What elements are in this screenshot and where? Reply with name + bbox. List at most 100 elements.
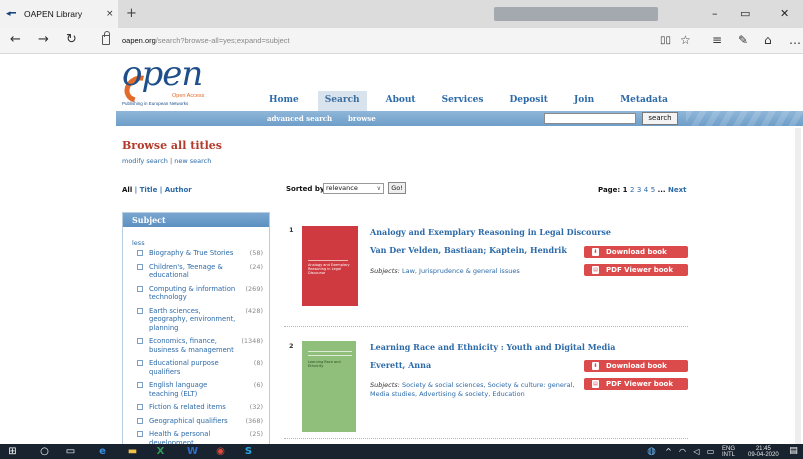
oapen-favicon-icon: ◂━	[6, 9, 16, 19]
next-page-link[interactable]: Next	[668, 186, 686, 194]
browser-tab[interactable]: ◂━ OAPEN Library ×	[0, 0, 118, 28]
clock[interactable]: 21:45 09-04-2020	[748, 446, 779, 458]
nav-metadata[interactable]: Metadata	[613, 91, 675, 111]
filter-title[interactable]: Title	[140, 186, 158, 194]
new-tab-button[interactable]: +	[126, 6, 137, 21]
checkbox-icon[interactable]	[137, 250, 143, 256]
battery-icon[interactable]: ▭	[704, 445, 717, 458]
excel-icon[interactable]: X	[154, 445, 167, 458]
browser-tab-bar: ◂━ OAPEN Library × + – ▭ ✕	[0, 0, 803, 28]
browse-link[interactable]: browse	[348, 114, 376, 123]
volume-icon[interactable]: ◁	[690, 445, 703, 458]
network-icon[interactable]: ◠	[676, 445, 689, 458]
download-book-button[interactable]: ⬇ Download book	[584, 246, 688, 258]
checkbox-icon[interactable]	[137, 417, 143, 424]
minimize-button[interactable]: –	[712, 7, 718, 20]
more-icon[interactable]: …	[789, 33, 801, 47]
facet-item[interactable]: Fiction & related items (32)	[123, 403, 269, 412]
facet-item[interactable]: Economics, finance, business & managemen…	[123, 337, 269, 354]
web-note-icon[interactable]: ✎	[738, 33, 748, 47]
checkbox-icon[interactable]	[137, 338, 143, 344]
advanced-search-link[interactable]: advanced search	[267, 114, 332, 123]
subjects-value[interactable]: Society & social sciences, Society & cul…	[370, 381, 574, 398]
back-arrow-icon[interactable]: ←	[10, 33, 21, 47]
checkbox-icon[interactable]	[137, 360, 143, 366]
cortana-search-icon[interactable]: ○	[38, 445, 51, 458]
filter-author[interactable]: Author	[165, 186, 192, 194]
language-indicator[interactable]: ENG INTL	[722, 446, 735, 458]
favorite-star-icon[interactable]: ☆	[680, 33, 691, 47]
close-window-button[interactable]: ✕	[780, 7, 789, 20]
pdf-icon: ⬇	[592, 248, 599, 256]
facet-item[interactable]: English language teaching (ELT) (6)	[123, 381, 269, 398]
page-4[interactable]: 4	[644, 186, 648, 194]
edge-browser-icon[interactable]: e	[96, 445, 109, 458]
nav-about[interactable]: About	[379, 91, 423, 111]
forward-arrow-icon[interactable]: →	[38, 33, 49, 47]
checkbox-icon[interactable]	[137, 382, 143, 388]
nav-services[interactable]: Services	[435, 91, 491, 111]
page-3[interactable]: 3	[637, 186, 641, 194]
page-1[interactable]: 1	[623, 186, 628, 194]
facet-item[interactable]: Earth sciences, geography, environment, …	[123, 307, 269, 333]
address-bar: ← → ↻ oapen.org/search?browse-all=yes;ex…	[0, 28, 803, 54]
checkbox-icon[interactable]	[137, 263, 143, 270]
tray-chevron-icon[interactable]: ^	[662, 445, 675, 458]
facet-item[interactable]: Children's, Teenage & educational (24)	[123, 263, 269, 280]
result-divider	[284, 438, 688, 439]
checkbox-icon[interactable]	[137, 285, 143, 292]
sort-select[interactable]: relevance ∨	[323, 183, 384, 194]
task-view-icon[interactable]: ▭	[64, 445, 77, 458]
nav-search[interactable]: Search	[317, 91, 367, 111]
windows-start-icon[interactable]: ⊞	[6, 445, 19, 458]
facet-item[interactable]: Geographical qualifiers (368)	[123, 417, 269, 426]
subjects-value[interactable]: Law, Jurisprudence & general issues	[402, 267, 520, 275]
result-number: 1	[289, 226, 294, 234]
result-title[interactable]: Analogy and Exemplary Reasoning in Legal…	[370, 227, 611, 237]
facet-item[interactable]: Computing & information technology (269)	[123, 285, 269, 302]
pdf-viewer-button[interactable]: ▤ PDF Viewer book	[584, 264, 688, 276]
nav-home[interactable]: Home	[262, 91, 306, 111]
result-title[interactable]: Learning Race and Ethnicity : Youth and …	[370, 342, 615, 352]
header-search-button[interactable]: search	[642, 112, 678, 125]
oapen-logo[interactable]: open Open Access Publishing in European …	[119, 54, 230, 110]
modify-search-link[interactable]: modify search	[122, 157, 168, 165]
skype-icon[interactable]: S	[242, 445, 255, 458]
header-search-input[interactable]	[544, 113, 636, 124]
people-icon[interactable]: ◍	[645, 445, 658, 458]
facet-item[interactable]: Educational purpose qualifiers (8)	[123, 359, 269, 376]
url-field[interactable]: oapen.org/search?browse-all=yes;expand=s…	[122, 36, 290, 45]
file-explorer-icon[interactable]: ▬	[126, 445, 139, 458]
page-scrollbar[interactable]	[795, 128, 801, 444]
maximize-button[interactable]: ▭	[740, 7, 750, 20]
facet-item[interactable]: Biography & True Stories (58)	[123, 249, 269, 258]
reading-view-icon[interactable]: ▯▯	[660, 35, 671, 46]
chrome-icon[interactable]: ◉	[214, 445, 227, 458]
result-authors[interactable]: Everett, Anna	[370, 360, 431, 370]
hub-icon[interactable]: ≡	[712, 33, 722, 47]
filter-all[interactable]: All	[122, 186, 132, 194]
facet-count: (428)	[245, 306, 263, 315]
checkbox-icon[interactable]	[137, 431, 143, 437]
new-search-link[interactable]: new search	[174, 157, 211, 165]
pdf-viewer-button[interactable]: ▤ PDF Viewer book	[584, 378, 688, 390]
action-center-icon[interactable]: ▤	[787, 445, 800, 458]
nav-join[interactable]: Join	[567, 91, 601, 111]
book-cover[interactable]: Analogy and Exemplary Reasoning in Legal…	[302, 226, 358, 306]
page-2[interactable]: 2	[630, 186, 634, 194]
checkbox-icon[interactable]	[137, 307, 143, 314]
checkbox-icon[interactable]	[137, 404, 143, 410]
result-authors[interactable]: Van Der Velden, Bastiaan; Kaptein, Hendr…	[370, 245, 567, 255]
facet-less-link[interactable]: less	[132, 239, 269, 247]
share-icon[interactable]: ⌂	[764, 33, 772, 47]
page-ellipsis: ...	[657, 186, 666, 194]
facet-item[interactable]: Health & personal development (25)	[123, 430, 269, 444]
go-button[interactable]: Go!	[388, 182, 406, 194]
nav-deposit[interactable]: Deposit	[502, 91, 554, 111]
page-5[interactable]: 5	[651, 186, 655, 194]
tab-close-icon[interactable]: ×	[106, 9, 114, 19]
book-cover[interactable]: Learning Race and Ethnicity	[302, 341, 356, 432]
refresh-icon[interactable]: ↻	[66, 33, 77, 47]
word-icon[interactable]: W	[186, 445, 199, 458]
download-book-button[interactable]: ⬇ Download book	[584, 360, 688, 372]
